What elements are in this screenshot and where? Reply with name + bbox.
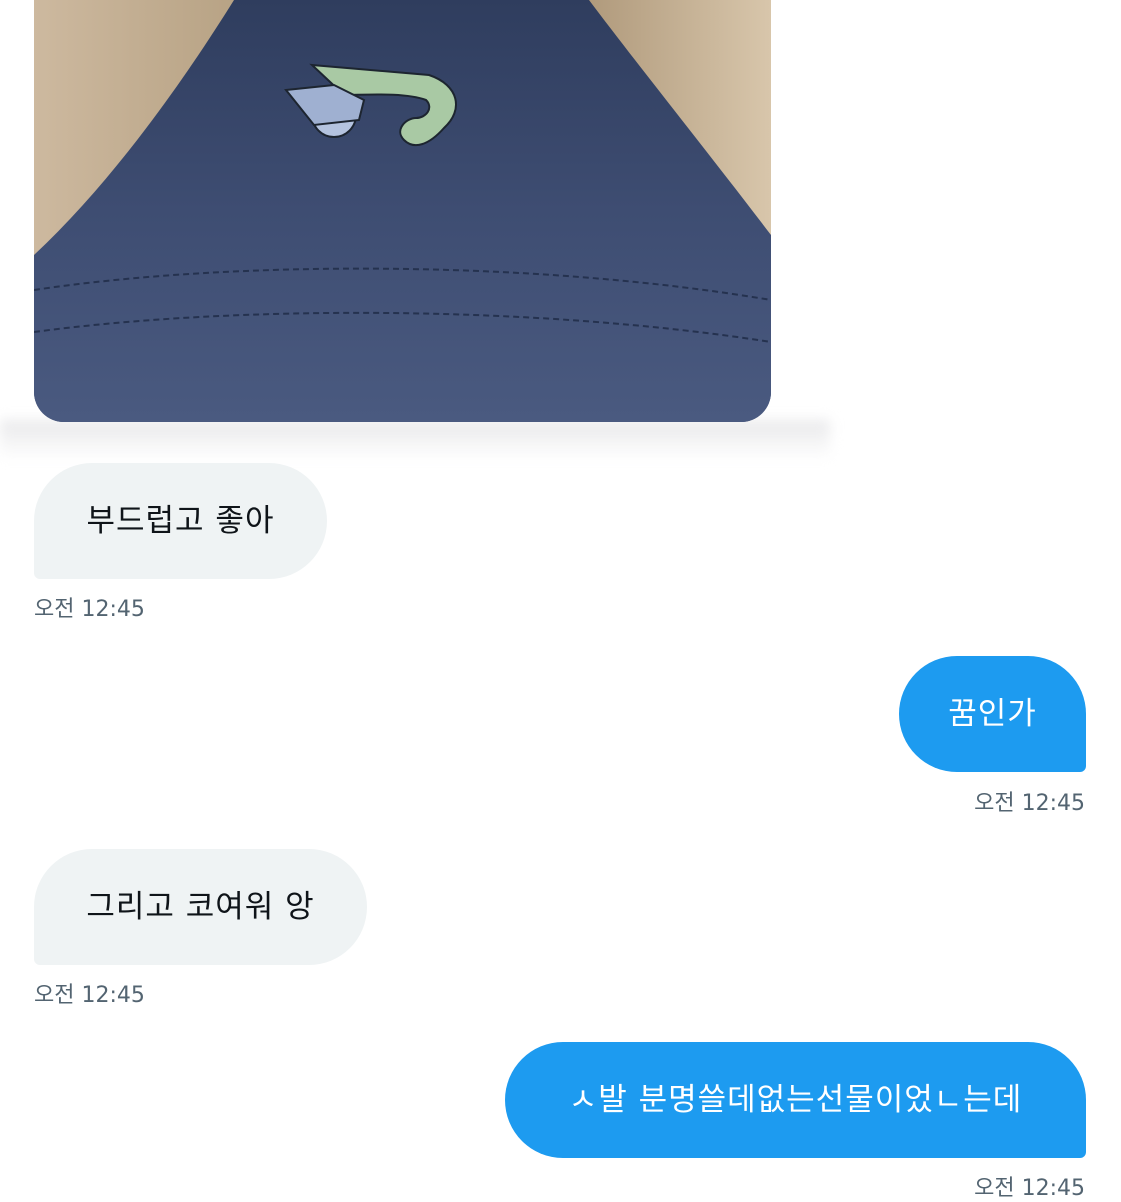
message-bubble-incoming[interactable]: 그리고 코여워 앙 — [34, 849, 367, 965]
media-photo[interactable] — [34, 0, 771, 422]
message-timestamp: 오전 12:45 — [974, 1176, 1085, 1201]
message-text: 부드럽고 좋아 — [86, 502, 275, 539]
message-bubble-outgoing[interactable]: ㅅ발 분명쓸데없는선물이었ㄴ는데 — [505, 1042, 1086, 1158]
message-bubble-outgoing[interactable]: 꿈인가 — [899, 656, 1086, 772]
message-bubble-incoming[interactable]: 부드럽고 좋아 — [34, 463, 327, 579]
message-text: ㅅ발 분명쓸데없는선물이었ㄴ는데 — [568, 1081, 1023, 1118]
message-timestamp: 오전 12:45 — [974, 791, 1085, 816]
photo-shadow — [0, 420, 830, 460]
message-timestamp: 오전 12:45 — [34, 597, 145, 622]
message-timestamp: 오전 12:45 — [34, 983, 145, 1008]
message-text: 꿈인가 — [948, 695, 1037, 732]
photo-image — [34, 0, 771, 422]
message-text: 그리고 코여워 앙 — [86, 888, 315, 925]
